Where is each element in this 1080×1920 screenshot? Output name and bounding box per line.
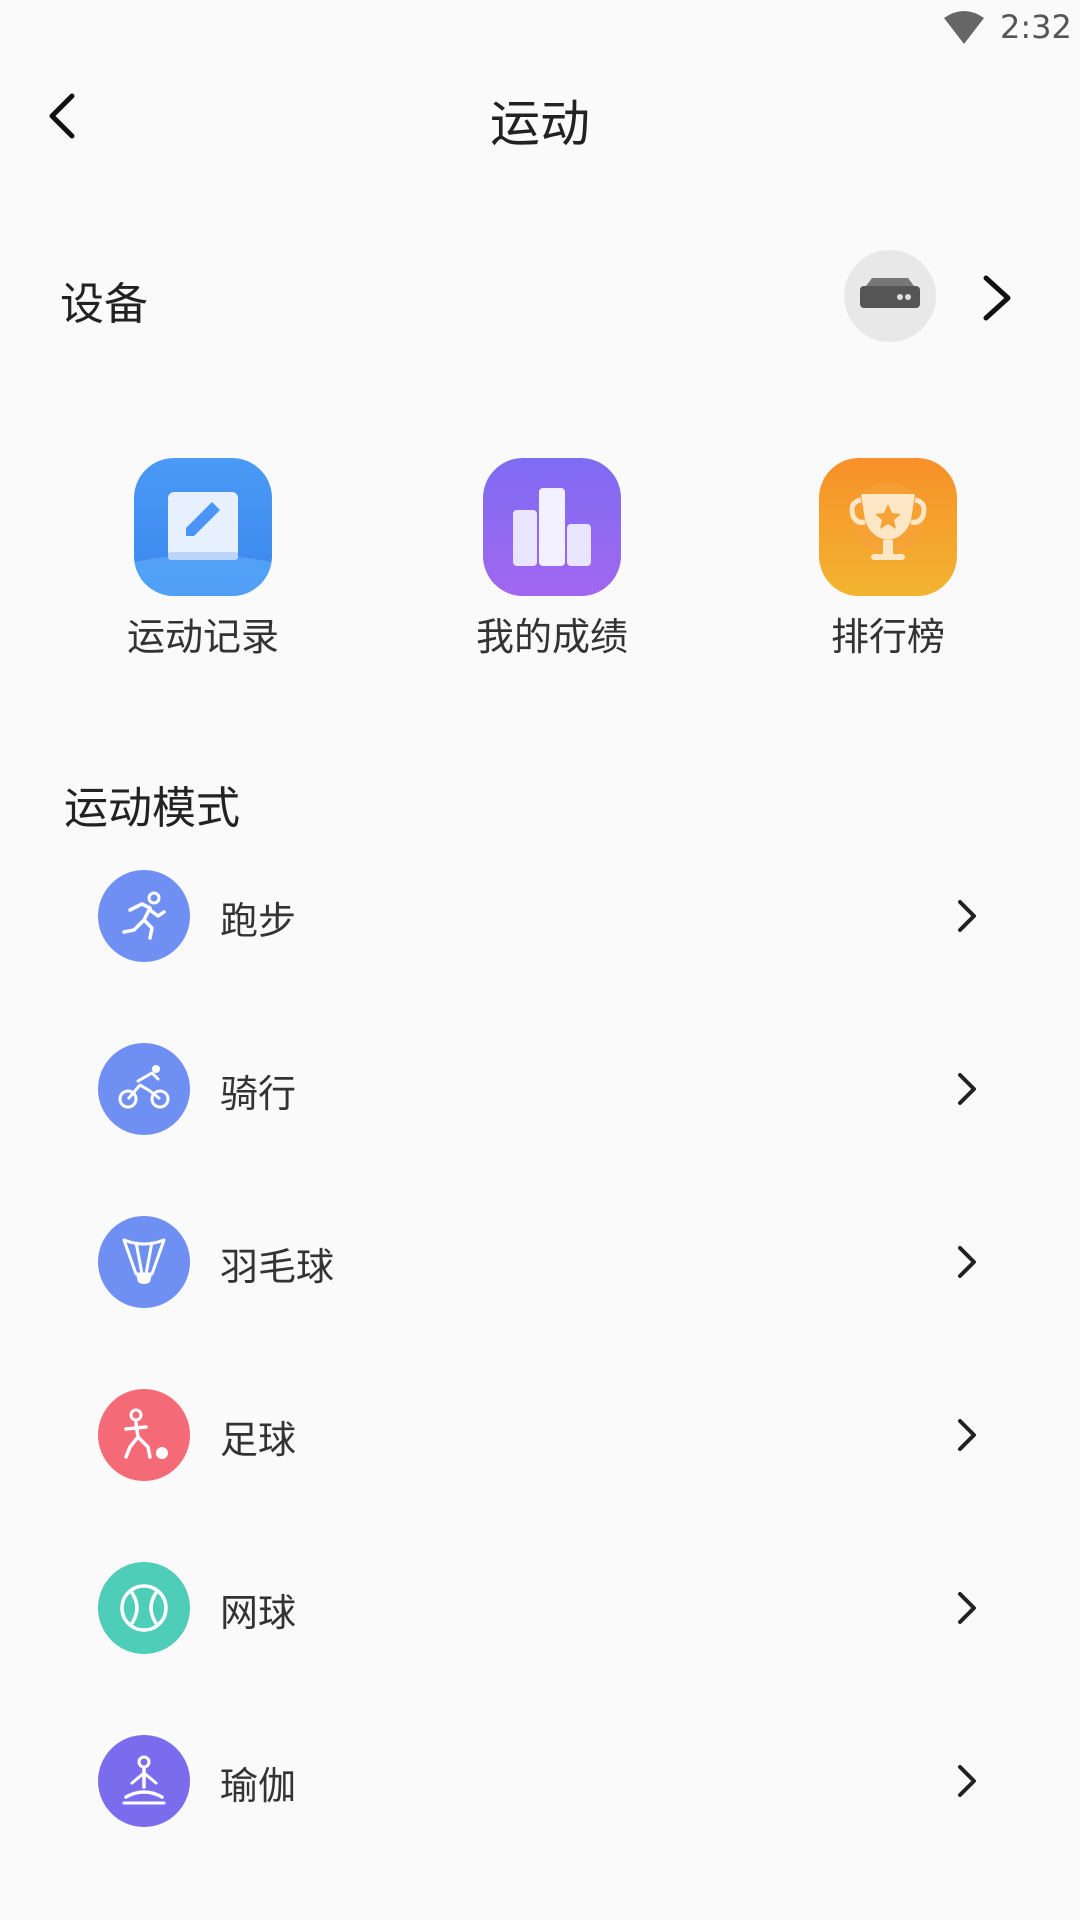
running-icon [98, 870, 190, 962]
tennis-icon [98, 1562, 190, 1654]
quick-action-label: 排行榜 [830, 615, 945, 659]
sport-item-label: 跑步 [220, 899, 297, 943]
sport-item-soccer[interactable]: 足球 [0, 1349, 1080, 1521]
sport-item-yoga[interactable]: 瑜伽 [0, 1695, 1080, 1867]
chevron-right-icon [958, 1073, 976, 1105]
sport-item-cycling[interactable]: 骑行 [0, 1003, 1080, 1175]
device-label: 设备 [60, 279, 148, 330]
chevron-right-icon [958, 1765, 976, 1797]
sport-item-label: 骑行 [220, 1072, 297, 1116]
quick-action-my-scores[interactable]: 我的成绩 [442, 458, 662, 661]
device-avatar [844, 250, 936, 342]
chevron-right-icon [958, 1246, 976, 1278]
top-bar: 运动 [0, 56, 1080, 176]
status-bar: 2:32 [0, 0, 1080, 56]
chevron-right-icon [958, 1592, 976, 1624]
notebook-icon [134, 458, 272, 596]
soccer-icon [98, 1389, 190, 1481]
quick-action-label: 运动记录 [126, 615, 279, 659]
quick-action-label: 我的成绩 [475, 615, 628, 659]
trophy-icon [819, 458, 957, 596]
wifi-icon [944, 11, 984, 44]
sport-item-tennis[interactable]: 网球 [0, 1522, 1080, 1694]
bar-chart-icon [483, 458, 621, 596]
section-title: 运动模式 [64, 783, 240, 834]
sport-item-label: 羽毛球 [220, 1245, 335, 1289]
sport-item-label: 网球 [220, 1591, 297, 1635]
sport-item-running[interactable]: 跑步 [0, 830, 1080, 1002]
quick-action-leaderboard[interactable]: 排行榜 [778, 458, 998, 661]
chevron-right-icon [958, 900, 976, 932]
sport-item-label: 瑜伽 [220, 1764, 297, 1808]
chevron-right-icon [958, 1419, 976, 1451]
page-title: 运动 [490, 95, 590, 153]
chevron-right-icon[interactable] [972, 270, 1022, 326]
device-row[interactable]: 设备 [0, 240, 1080, 360]
status-time: 2:32 [1000, 8, 1072, 46]
sport-item-label: 足球 [220, 1418, 297, 1462]
sport-item-badminton[interactable]: 羽毛球 [0, 1176, 1080, 1348]
badminton-icon [98, 1216, 190, 1308]
quick-action-sport-records[interactable]: 运动记录 [93, 458, 313, 661]
cycling-icon [98, 1043, 190, 1135]
yoga-icon [98, 1735, 190, 1827]
device-icon [860, 278, 920, 308]
